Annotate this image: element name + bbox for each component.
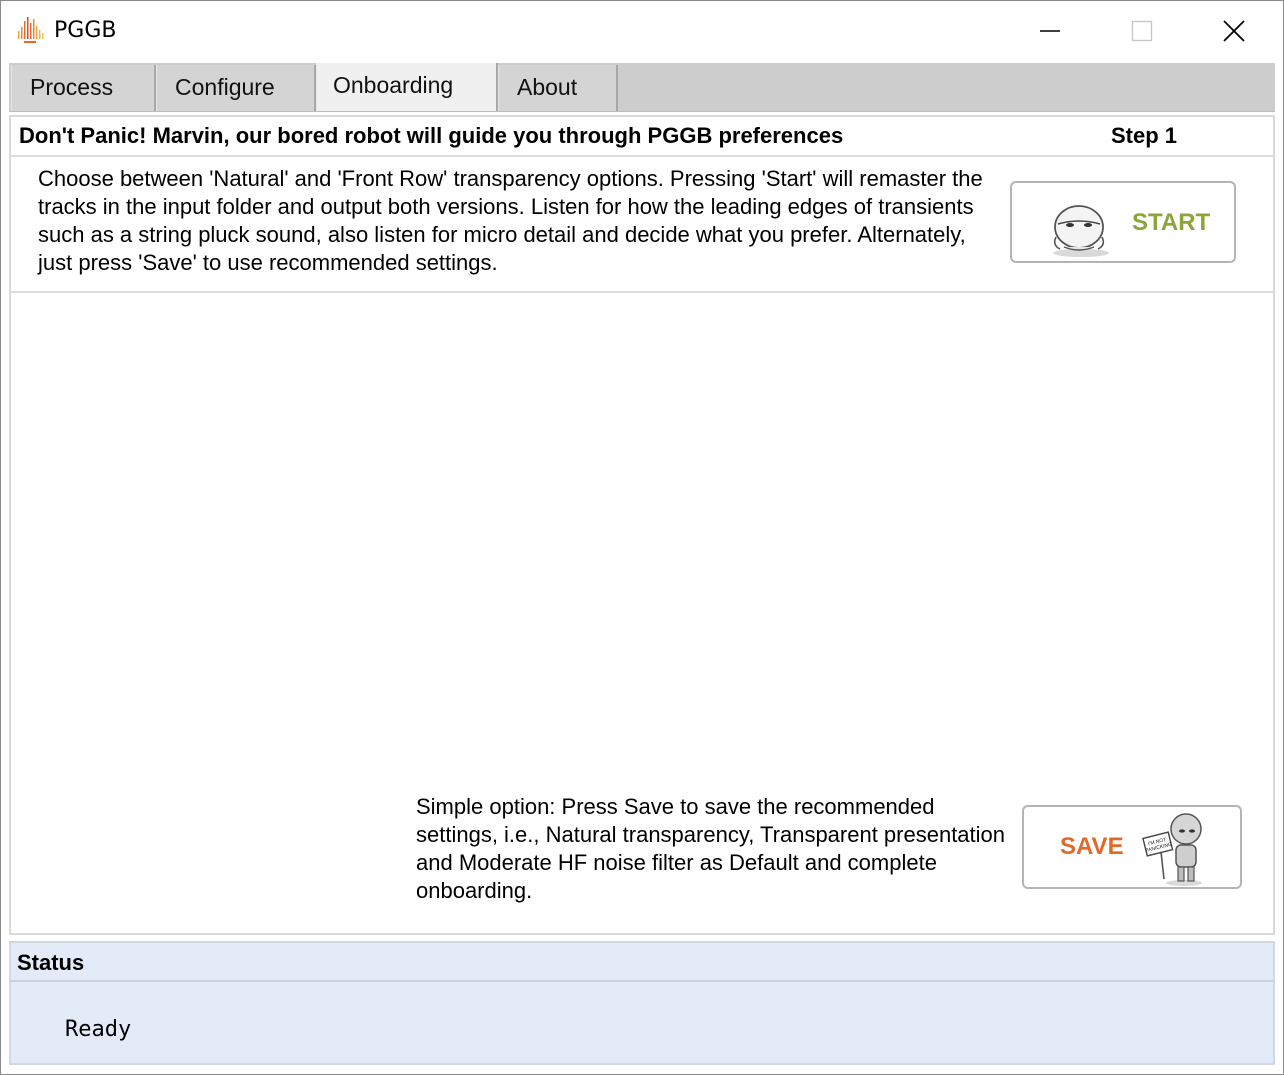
close-button[interactable] xyxy=(1189,1,1279,61)
tab-configure[interactable]: Configure xyxy=(156,65,316,111)
app-window: PGGB Process Configure Onboarding About … xyxy=(0,0,1284,1075)
save-button[interactable]: SAVE I'M NOT PANICKING xyxy=(1022,805,1242,889)
tab-process[interactable]: Process xyxy=(11,65,156,111)
close-icon xyxy=(1223,20,1245,42)
tab-onboarding[interactable]: Onboarding xyxy=(316,63,498,111)
start-label: START xyxy=(1132,209,1211,236)
status-title: Status xyxy=(17,950,85,975)
step-indicator: Step 1 xyxy=(1111,123,1178,148)
onboarding-heading: Don't Panic! Marvin, our bored robot wil… xyxy=(19,123,844,148)
onboarding-panel: Don't Panic! Marvin, our bored robot wil… xyxy=(9,115,1275,935)
maximize-button[interactable] xyxy=(1097,1,1187,61)
minimize-icon xyxy=(1040,30,1060,32)
onboarding-header: Don't Panic! Marvin, our bored robot wil… xyxy=(11,117,1273,157)
step-section: Choose between 'Natural' and 'Front Row'… xyxy=(11,157,1273,293)
simple-option-text: Simple option: Press Save to save the re… xyxy=(416,794,1006,903)
save-label: SAVE xyxy=(1060,833,1124,860)
tab-about[interactable]: About xyxy=(498,65,618,111)
status-text: Ready xyxy=(65,1017,132,1042)
tab-bar: Process Configure Onboarding About xyxy=(9,63,1275,112)
start-button[interactable]: START xyxy=(1010,181,1236,263)
maximize-icon xyxy=(1131,20,1153,42)
minimize-button[interactable] xyxy=(1005,1,1095,61)
window-title: PGGB xyxy=(54,18,117,43)
title-bar[interactable]: PGGB xyxy=(1,1,1283,61)
marvin-robot-sign-icon: I'M NOT PANICKING xyxy=(1142,813,1202,886)
pggb-logo-icon xyxy=(18,17,44,43)
status-panel: Status Ready xyxy=(9,941,1275,1065)
step-description: Choose between 'Natural' and 'Front Row'… xyxy=(38,166,983,275)
status-header: Status xyxy=(11,943,1273,982)
marvin-robot-head-icon xyxy=(1053,205,1109,257)
